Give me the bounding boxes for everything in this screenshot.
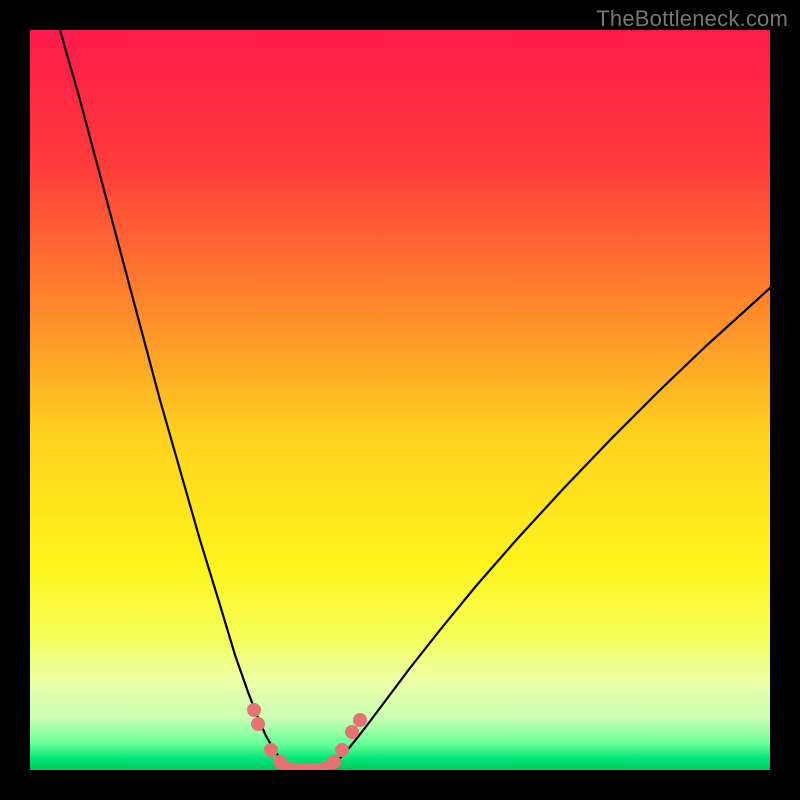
plot-area <box>30 30 770 770</box>
series-bottom-connector <box>283 765 330 768</box>
marker-dot <box>264 743 278 757</box>
marker-dot <box>335 743 349 757</box>
watermark-text: TheBottleneck.com <box>596 6 788 32</box>
chart-svg <box>30 30 770 770</box>
marker-dot <box>247 703 261 717</box>
marker-dot <box>327 755 341 769</box>
marker-dot <box>345 725 359 739</box>
gradient-background <box>30 30 770 770</box>
chart-frame: TheBottleneck.com <box>0 0 800 800</box>
marker-dot <box>251 717 265 731</box>
marker-dot <box>353 713 367 727</box>
marker-dot <box>273 755 287 769</box>
